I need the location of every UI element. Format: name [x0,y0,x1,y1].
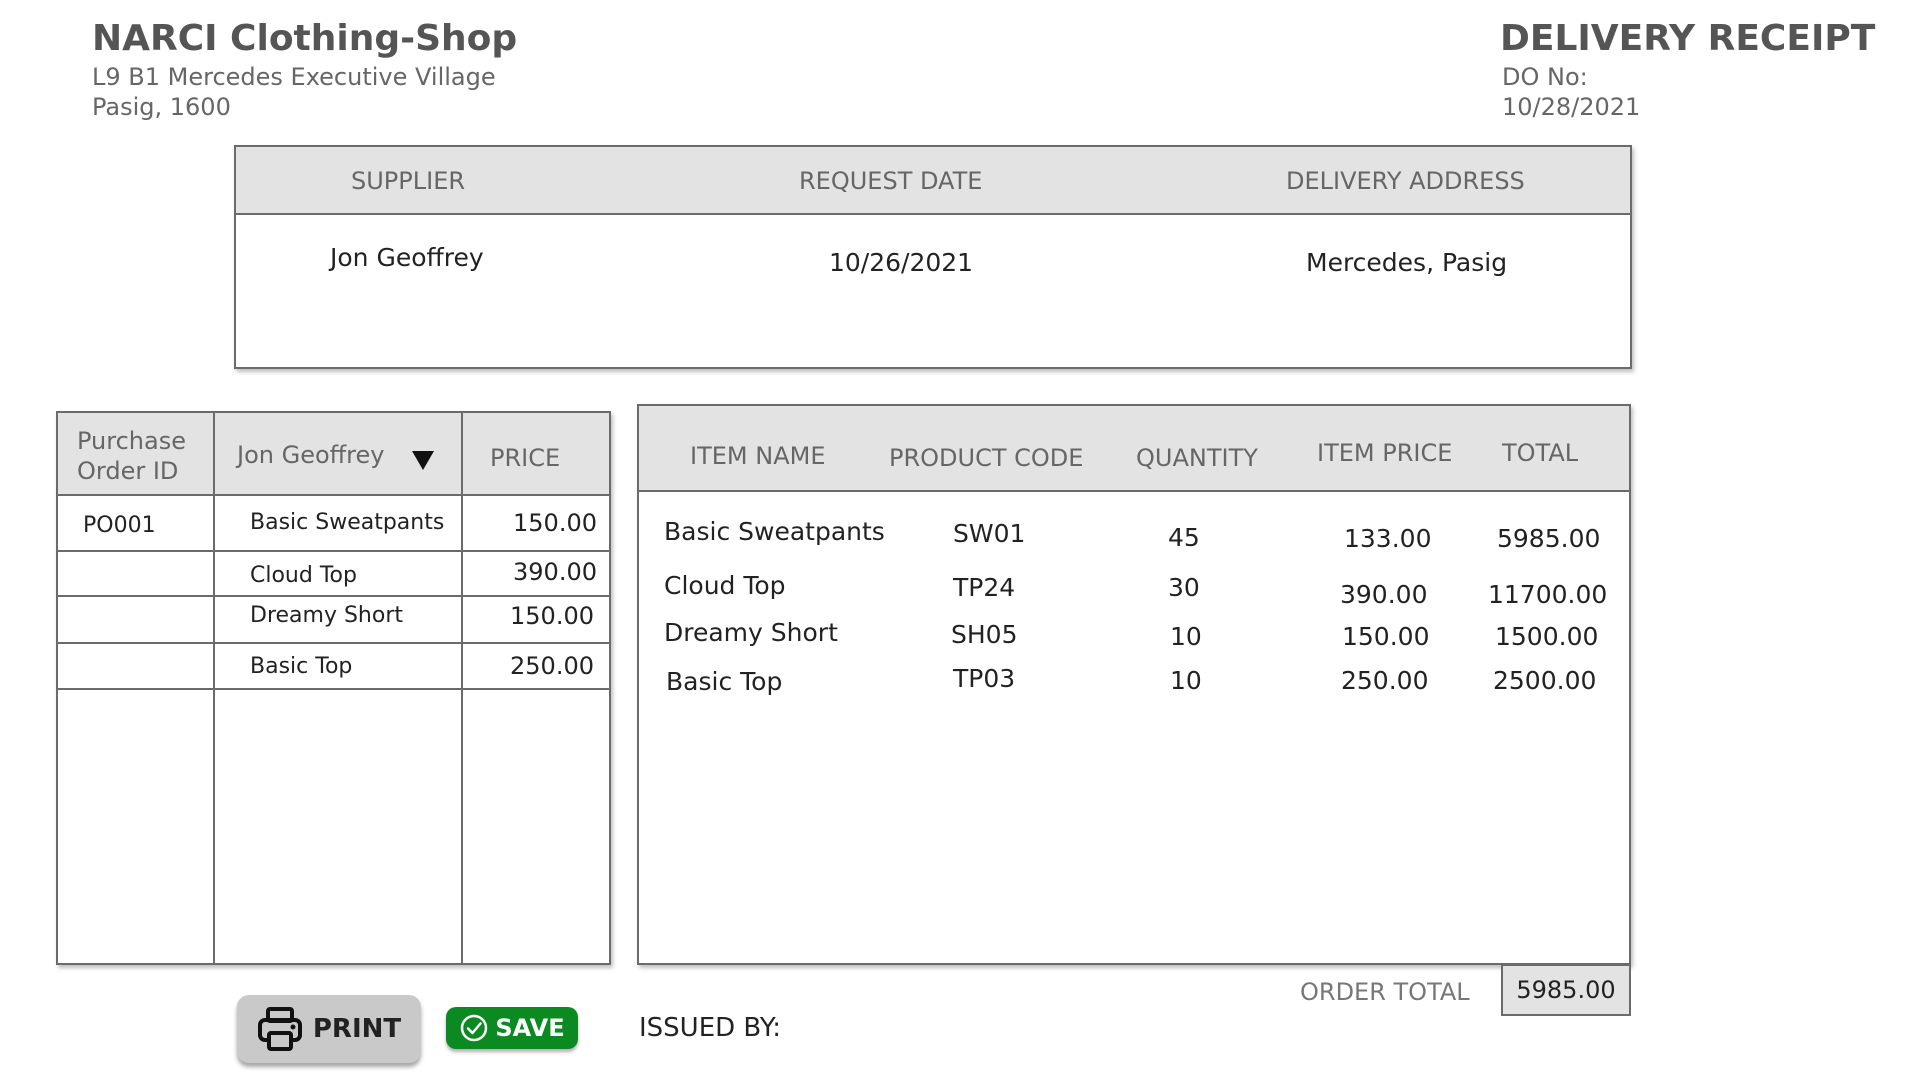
delivery-info-header: SUPPLIER REQUEST DATE DELIVERY ADDRESS [236,147,1630,215]
row-divider [58,595,609,597]
item-name-cell: Dreamy Short [664,618,838,647]
supplier-header: SUPPLIER [351,167,466,195]
chevron-down-icon[interactable] [412,451,434,470]
quantity-cell: 30 [1168,573,1200,602]
item-name-header: ITEM NAME [690,442,826,470]
purchase-order-table: Purchase Order ID Jon Geoffrey PRICE PO0… [56,411,611,965]
document-title: DELIVERY RECEIPT [1500,18,1876,59]
delivery-items-table: ITEM NAME PRODUCT CODE QUANTITY ITEM PRI… [637,404,1631,965]
po-id-header-line2: Order ID [77,457,179,485]
row-divider [58,550,609,552]
total-cell: 5985.00 [1497,524,1601,553]
quantity-cell: 10 [1170,666,1202,695]
shop-address-line2: Pasig, 1600 [92,93,231,121]
delivery-address-header: DELIVERY ADDRESS [1286,167,1525,195]
item-cell: Cloud Top [250,563,357,588]
po-id-cell: PO001 [83,513,156,538]
product-code-cell: SW01 [953,519,1026,548]
total-cell: 2500.00 [1493,666,1597,695]
request-date-value: 10/26/2021 [829,248,974,277]
item-cell: Basic Sweatpants [250,510,445,535]
item-price-cell: 150.00 [1342,622,1430,651]
po-id-header-line1: Purchase [77,427,186,455]
supplier-select[interactable]: Jon Geoffrey [237,440,385,470]
save-button-label: SAVE [495,1014,565,1042]
do-number-label: DO No: [1502,63,1588,91]
supplier-value: Jon Geoffrey [330,243,484,272]
item-cell: Dreamy Short [250,603,404,628]
price-header: PRICE [490,444,561,472]
shop-name: NARCI Clothing-Shop [92,18,518,59]
delivery-items-table-header: ITEM NAME PRODUCT CODE QUANTITY ITEM PRI… [639,406,1629,492]
check-circle-icon [461,1014,488,1042]
issued-by-label: ISSUED BY: [639,1013,782,1043]
total-cell: 1500.00 [1495,622,1599,651]
row-divider [58,688,609,690]
print-button-label: PRINT [312,1014,402,1044]
delivery-address-value: Mercedes, Pasig [1306,248,1508,277]
print-button[interactable]: PRINT [237,995,421,1063]
price-cell: 250.00 [510,652,594,680]
row-divider [58,642,609,644]
item-cell: Basic Top [250,654,353,679]
item-price-cell: 390.00 [1340,580,1428,609]
item-name-cell: Basic Sweatpants [664,517,885,546]
shop-address-line1: L9 B1 Mercedes Executive Village [92,63,496,91]
printer-icon [257,1007,302,1051]
quantity-header: QUANTITY [1136,444,1258,472]
product-code-cell: SH05 [951,620,1018,649]
request-date-header: REQUEST DATE [799,167,983,195]
order-total-value: 5985.00 [1501,964,1631,1016]
product-code-cell: TP24 [953,573,1016,602]
product-code-cell: TP03 [953,664,1016,693]
price-cell: 390.00 [513,558,597,586]
quantity-cell: 45 [1168,523,1200,552]
product-code-header: PRODUCT CODE [889,444,1084,472]
delivery-info-panel: SUPPLIER REQUEST DATE DELIVERY ADDRESS J… [234,145,1632,369]
price-cell: 150.00 [513,509,597,537]
item-name-cell: Cloud Top [664,571,786,600]
price-cell: 150.00 [510,602,594,630]
supplier-select-value: Jon Geoffrey [237,441,385,469]
order-total-label: ORDER TOTAL [1300,978,1470,1006]
total-header: TOTAL [1502,439,1579,467]
save-button[interactable]: SAVE [446,1007,578,1049]
total-cell: 11700.00 [1488,580,1608,609]
quantity-cell: 10 [1170,622,1202,651]
item-price-header: ITEM PRICE [1317,439,1453,467]
item-price-cell: 133.00 [1344,524,1432,553]
purchase-order-table-header: Purchase Order ID Jon Geoffrey PRICE [58,413,609,496]
item-name-cell: Basic Top [666,667,783,696]
document-date: 10/28/2021 [1502,93,1641,121]
item-price-cell: 250.00 [1341,666,1429,695]
